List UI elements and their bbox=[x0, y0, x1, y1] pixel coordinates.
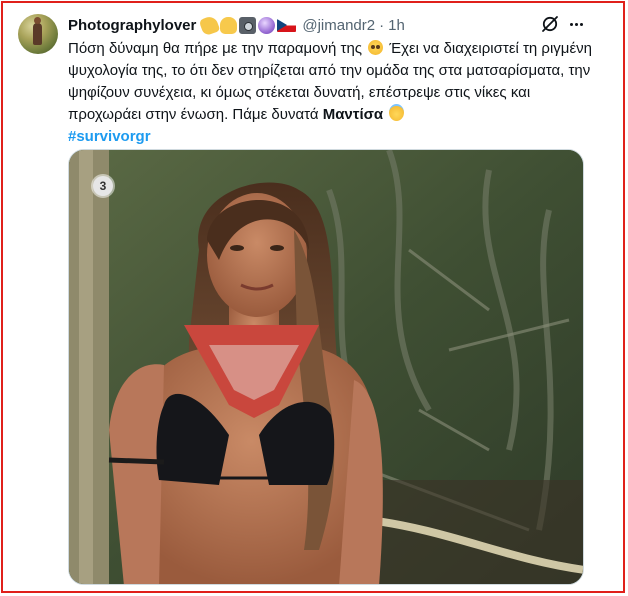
tweet-text-part-1: Πόση δύναμη θα πήρε με την παραμονή της bbox=[68, 40, 367, 57]
name-emojis bbox=[198, 14, 297, 36]
bold-name: Μαντίσα bbox=[322, 106, 384, 123]
smiling-face-with-halo-icon bbox=[389, 104, 405, 121]
ok-hand-icon bbox=[220, 16, 238, 34]
hashtag-link[interactable]: #survivorgr bbox=[68, 126, 151, 148]
tweet-media-photo[interactable]: 3 bbox=[68, 149, 584, 585]
tweet-time[interactable]: 1h bbox=[388, 17, 405, 34]
tweet-header: Photographylover @jimandr2 · 1h bbox=[68, 14, 538, 36]
tweet-text: Πόση δύναμη θα πήρε με την παραμονή της … bbox=[68, 38, 592, 148]
more-options-icon[interactable] bbox=[566, 14, 586, 34]
display-name[interactable]: Photographylover bbox=[68, 17, 196, 34]
pleading-face-icon bbox=[368, 40, 384, 55]
grok-icon[interactable] bbox=[540, 14, 560, 34]
media-badge-icon: 3 bbox=[93, 176, 113, 196]
photo-illustration bbox=[69, 150, 583, 584]
avatar-figure bbox=[33, 17, 42, 45]
flexed-arm-icon bbox=[198, 14, 221, 36]
camera-icon bbox=[239, 16, 257, 34]
avatar[interactable] bbox=[18, 14, 58, 54]
user-handle[interactable]: @jimandr2 bbox=[302, 17, 375, 34]
crystal-ball-icon bbox=[258, 16, 276, 34]
czech-flag-icon bbox=[277, 18, 297, 32]
separator-dot: · bbox=[379, 16, 385, 34]
